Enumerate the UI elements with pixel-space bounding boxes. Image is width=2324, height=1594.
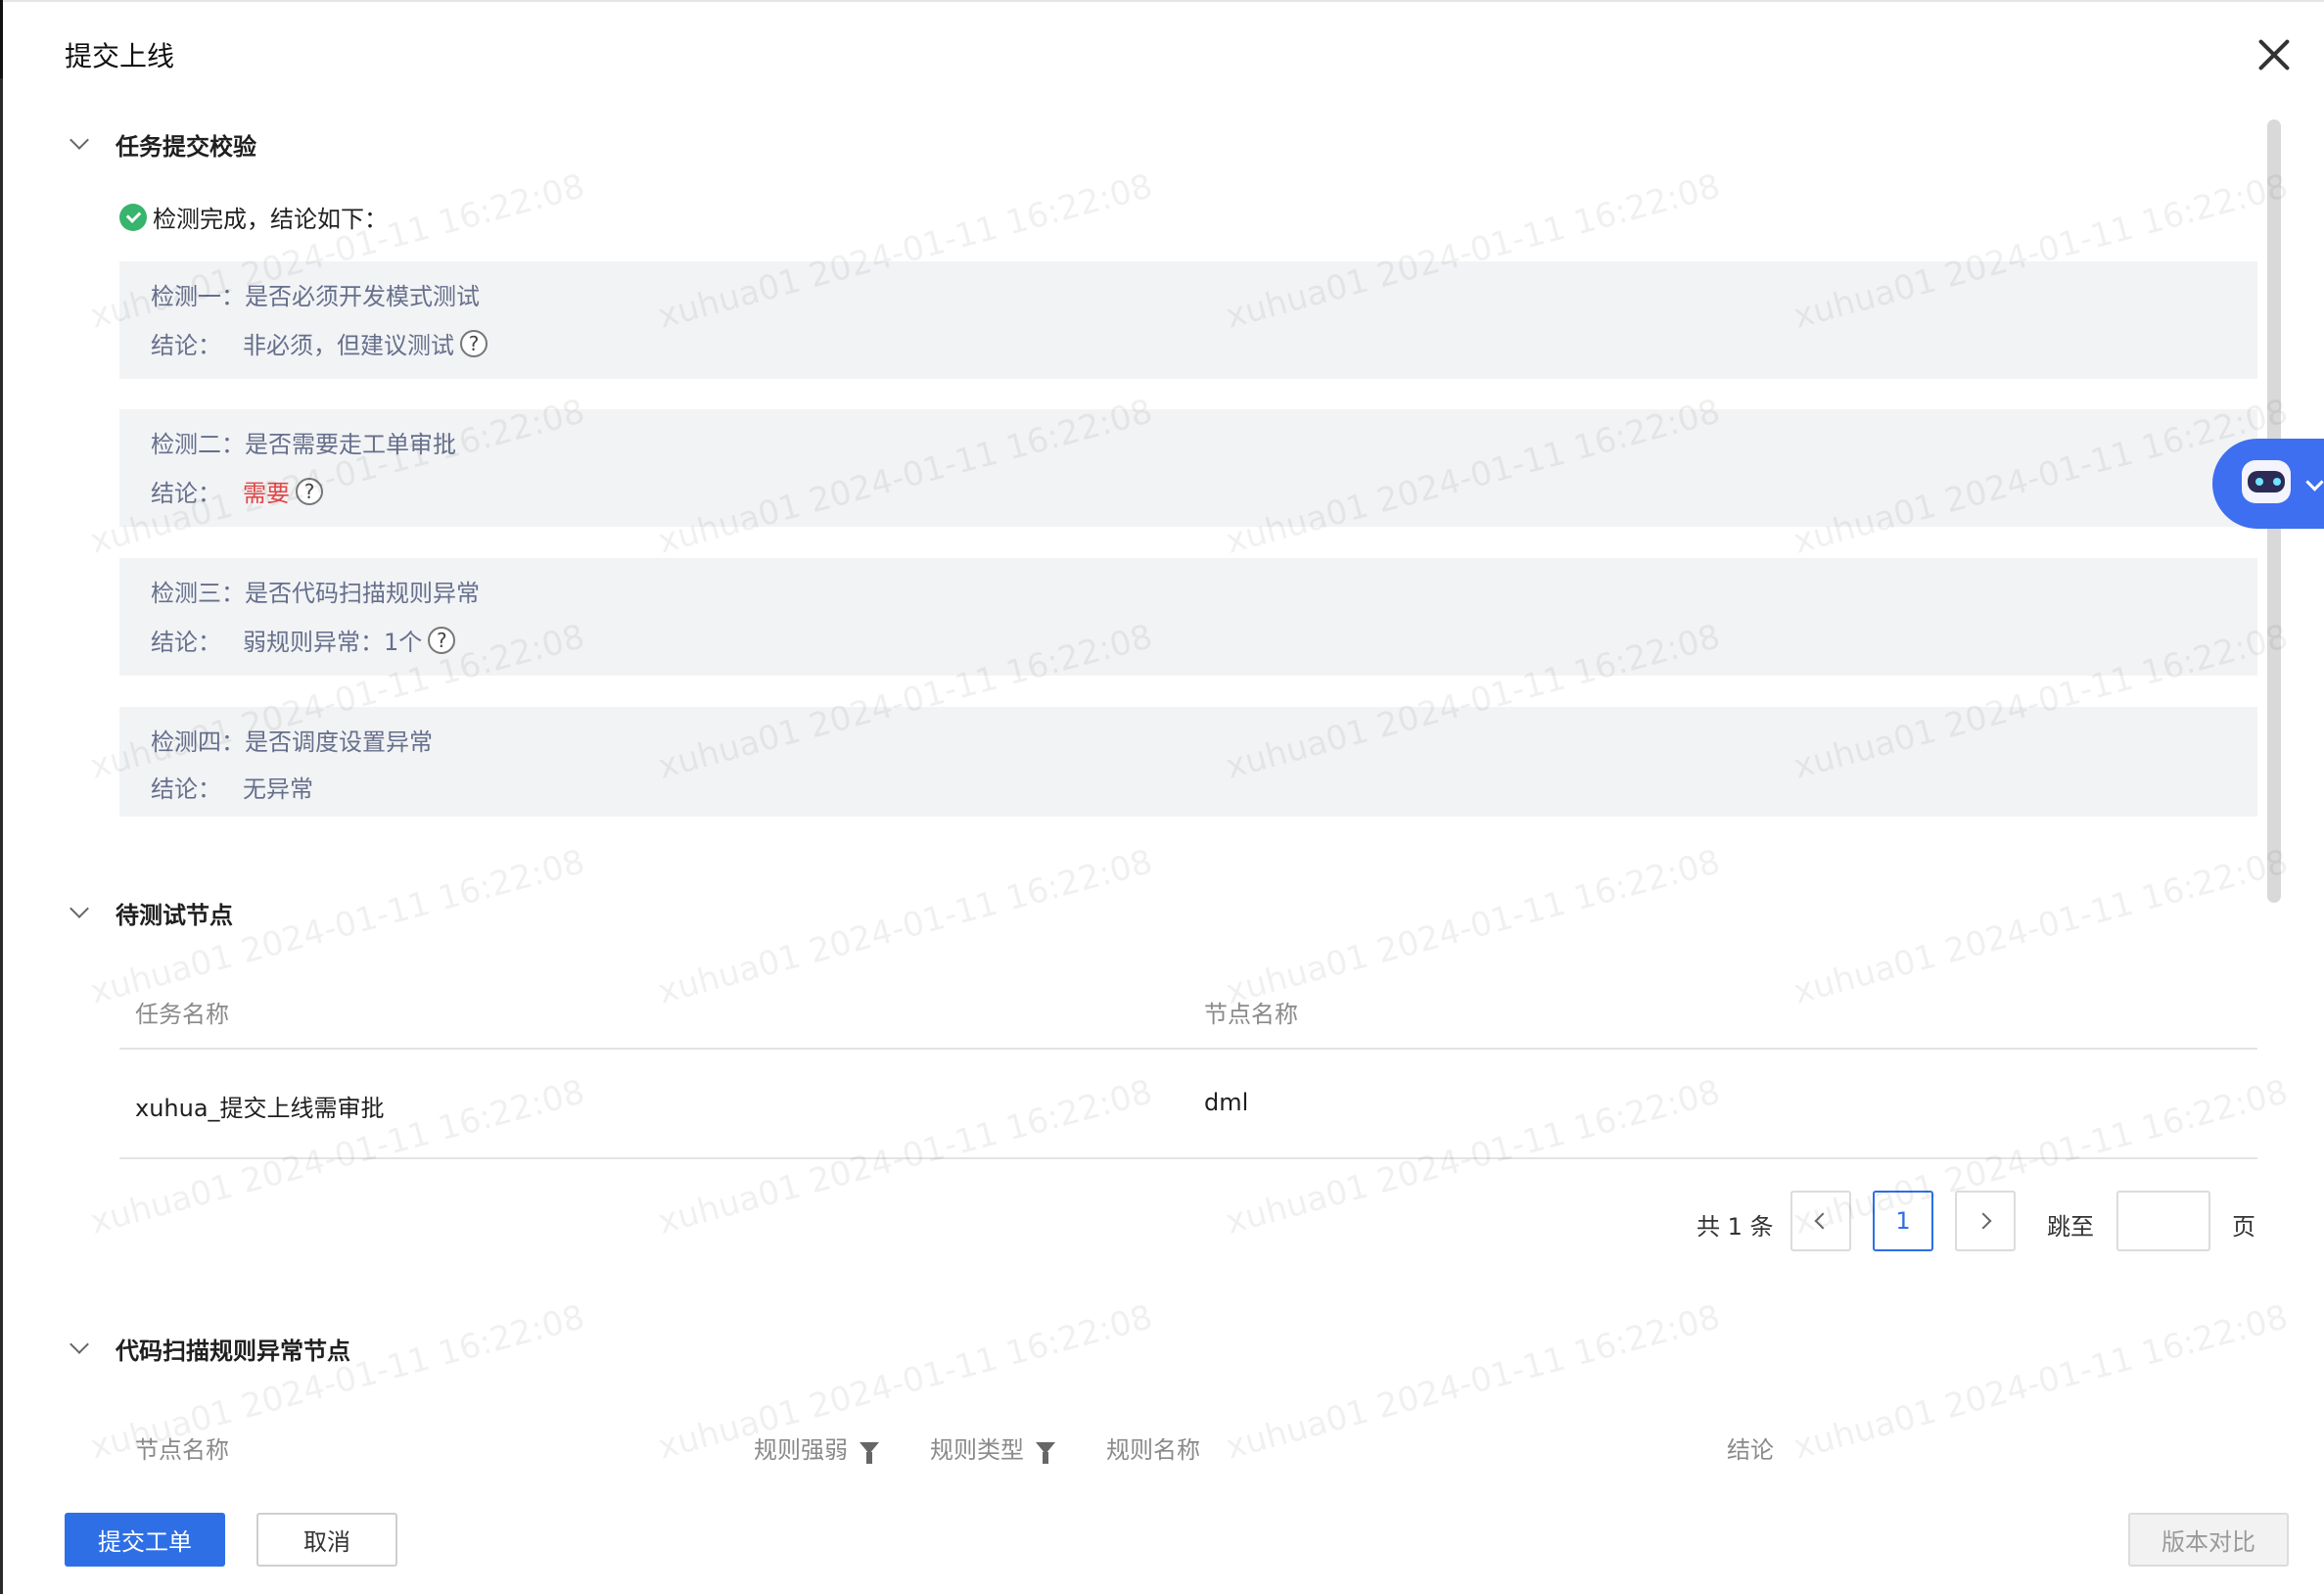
check-item-title: 检测二：是否需要走工单审批: [151, 431, 456, 458]
version-compare-button[interactable]: 版本对比: [2128, 1513, 2289, 1567]
conclusion-value: 非必须，但建议测试: [243, 332, 454, 359]
pagination-page-1[interactable]: 1: [1873, 1191, 1933, 1251]
pagination-prev-button[interactable]: [1790, 1191, 1851, 1251]
top-border: [0, 0, 2324, 2]
column-header: 结论: [1727, 1436, 1774, 1464]
conclusion-value: 弱规则异常：1个: [243, 629, 423, 656]
conclusion-value: 无异常: [243, 775, 313, 803]
chevron-down-icon: [2305, 473, 2324, 492]
check-item-conclusion: 结论： 非必须，但建议测试 ?: [151, 326, 488, 360]
section-title-check: 任务提交校验: [116, 133, 256, 161]
check-item-4: 检测四：是否调度设置异常 结论： 无异常: [119, 707, 2257, 817]
column-header-rule-strength: 规则强弱: [754, 1430, 879, 1465]
conclusion-label: 结论：: [151, 480, 221, 507]
conclusion-label: 结论：: [151, 775, 221, 803]
conclusion-label: 结论：: [151, 629, 221, 656]
submit-ticket-button[interactable]: 提交工单: [65, 1513, 225, 1567]
check-item-conclusion: 结论： 弱规则异常：1个 ?: [151, 623, 456, 657]
pagination-total: 共 1 条: [1697, 1213, 1774, 1241]
check-item-conclusion: 结论： 需要 ?: [151, 474, 323, 508]
task-name-cell: xuhua_提交上线需审批: [135, 1095, 385, 1122]
check-item-3: 检测三：是否代码扫描规则异常 结论： 弱规则异常：1个 ?: [119, 558, 2257, 676]
help-icon[interactable]: ?: [460, 329, 488, 357]
page-label: 页: [2232, 1213, 2255, 1241]
cancel-button[interactable]: 取消: [256, 1513, 397, 1567]
jump-page-input[interactable]: [2116, 1191, 2210, 1251]
nodes-table-header: 任务名称 节点名称: [119, 969, 2257, 1050]
check-item-title: 检测三：是否代码扫描规则异常: [151, 580, 480, 607]
dialog-title: 提交上线: [65, 40, 175, 72]
column-header-rule-type: 规则类型: [930, 1430, 1055, 1465]
filter-icon[interactable]: [1036, 1441, 1055, 1464]
table-row: xuhua_提交上线需审批 dml: [119, 1050, 2257, 1159]
check-item-title: 检测四：是否调度设置异常: [151, 728, 433, 756]
left-edge-dark: [0, 0, 3, 78]
check-item-title: 检测一：是否必须开发模式测试: [151, 283, 480, 310]
status-text: 检测完成，结论如下：: [153, 206, 388, 233]
check-circle-icon: [119, 203, 147, 231]
check-item-1: 检测一：是否必须开发模式测试 结论： 非必须，但建议测试 ?: [119, 261, 2257, 379]
help-icon[interactable]: ?: [296, 477, 323, 505]
chevron-down-icon[interactable]: [70, 899, 89, 918]
conclusion-label: 结论：: [151, 332, 221, 359]
close-icon[interactable]: [2256, 37, 2292, 72]
check-status: 检测完成，结论如下：: [119, 200, 388, 234]
assistant-robot-button[interactable]: [2212, 439, 2324, 529]
section-title-scan: 代码扫描规则异常节点: [116, 1337, 350, 1365]
left-edge: [0, 0, 3, 1594]
check-item-2: 检测二：是否需要走工单审批 结论： 需要 ?: [119, 409, 2257, 527]
column-header: 任务名称: [135, 1001, 229, 1028]
node-name-cell: dml: [1204, 1089, 1249, 1116]
chevron-right-icon: [1975, 1212, 1992, 1230]
chevron-down-icon[interactable]: [70, 130, 89, 150]
column-header: 节点名称: [135, 1436, 229, 1464]
column-header: 规则名称: [1106, 1436, 1200, 1464]
chevron-down-icon[interactable]: [70, 1335, 89, 1354]
section-title-nodes: 待测试节点: [116, 902, 233, 929]
conclusion-value: 需要: [243, 480, 290, 507]
help-icon[interactable]: ?: [428, 626, 456, 654]
column-header: 节点名称: [1204, 1001, 1298, 1028]
pagination-next-button[interactable]: [1955, 1191, 2016, 1251]
jump-label: 跳至: [2047, 1213, 2094, 1241]
filter-icon[interactable]: [860, 1441, 879, 1464]
scan-table-header: 节点名称 规则强弱 规则类型 规则名称 结论: [119, 1405, 2257, 1483]
chevron-left-icon: [1814, 1212, 1832, 1230]
check-item-conclusion: 结论： 无异常: [151, 770, 313, 804]
